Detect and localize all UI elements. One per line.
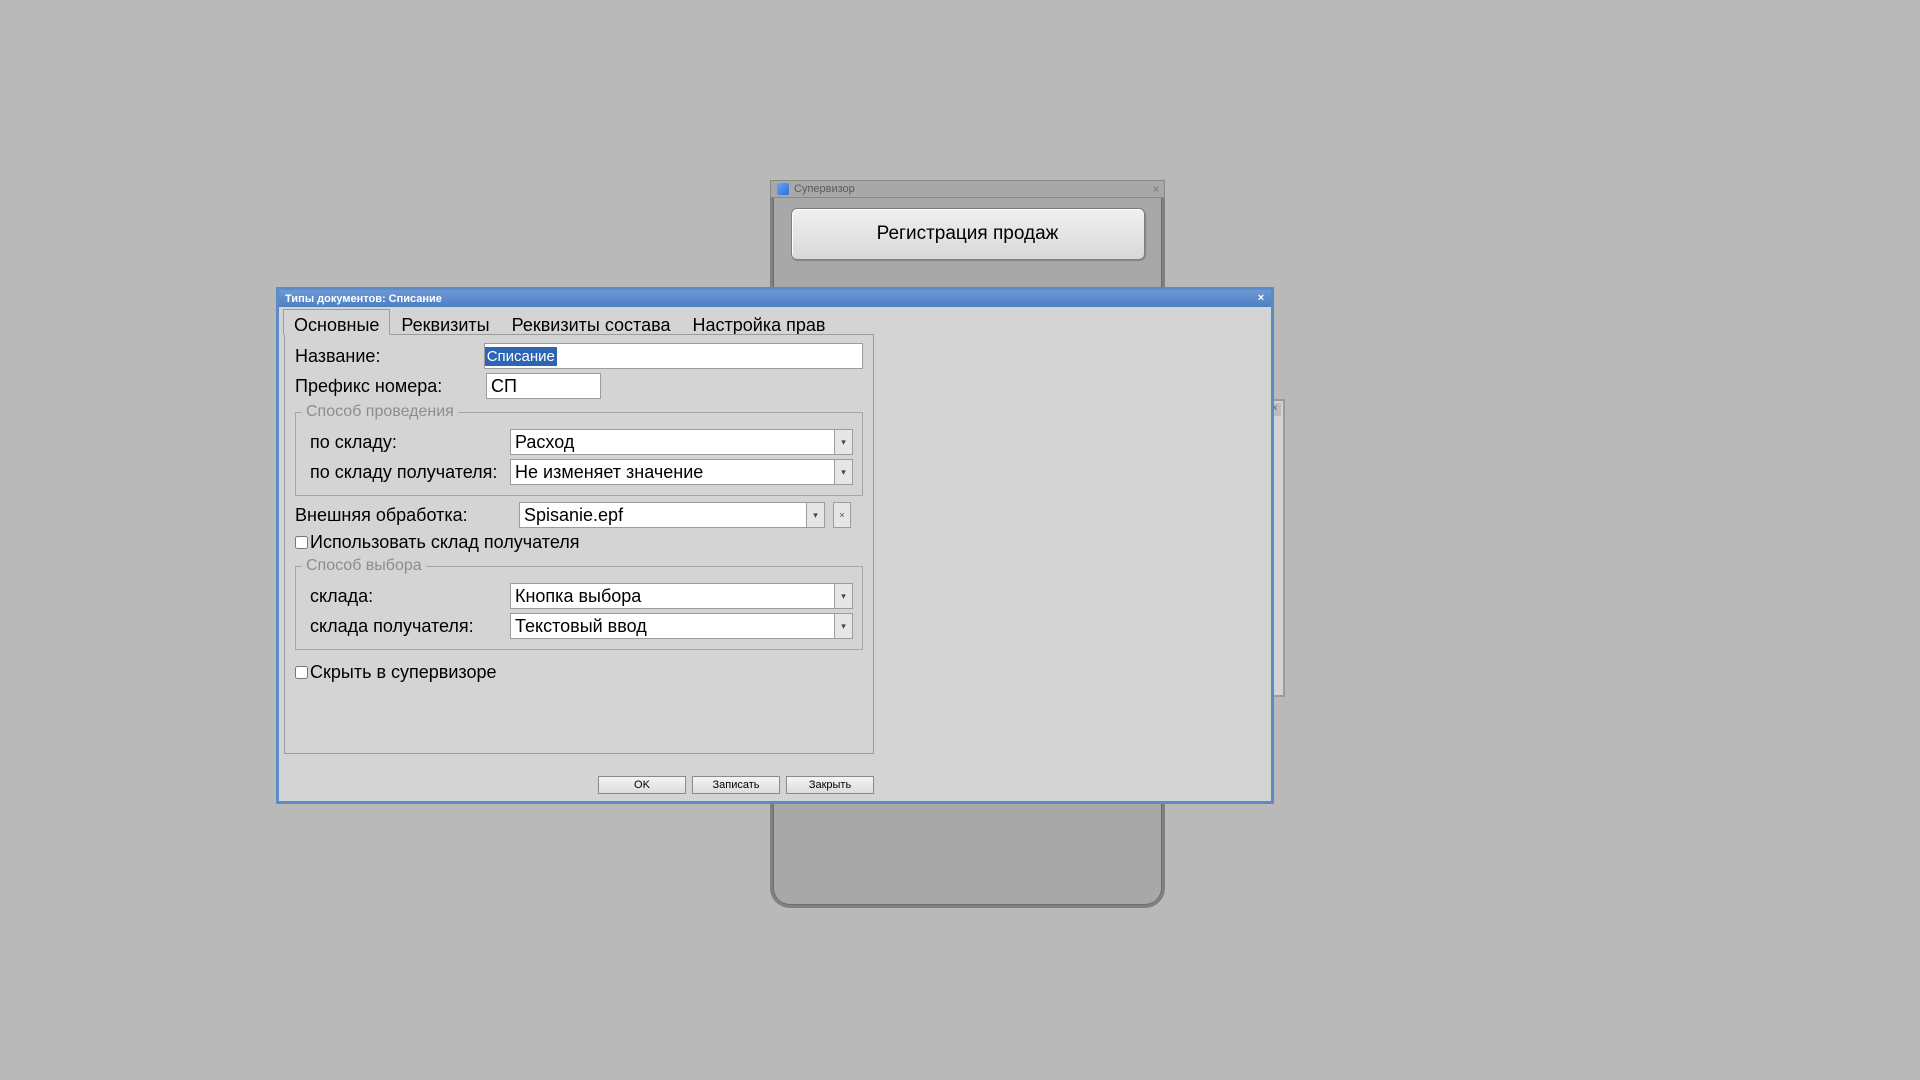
name-label: Название: [295,346,478,367]
tab-requisites[interactable]: Реквизиты [390,309,500,335]
by-warehouse-recipient-label: по складу получателя: [302,462,504,483]
prefix-label: Префикс номера: [295,376,480,397]
external-processing-combo[interactable]: Spisanie.epf ▾ [519,502,825,528]
write-button[interactable]: Записать [692,776,780,794]
store-label: склада: [302,586,504,607]
store-recipient-combo[interactable]: Текстовый ввод ▾ [510,613,853,639]
tab-body: Название: Списание Префикс номера: Спосо… [284,334,874,754]
selection-mode-legend: Способ выбора [302,557,426,575]
use-recipient-store-checkbox[interactable] [295,536,308,549]
dialog-footer: OK Записать Закрыть [284,776,874,794]
close-button[interactable]: Закрыть [786,776,874,794]
close-icon[interactable]: × [1254,292,1268,306]
store-recipient-value: Текстовый ввод [511,615,834,638]
by-warehouse-combo[interactable]: Расход ▾ [510,429,853,455]
name-input[interactable]: Списание [484,343,863,369]
tab-main[interactable]: Основные [283,309,390,335]
name-value: Списание [485,347,557,366]
chevron-down-icon[interactable]: ▾ [834,584,852,608]
ok-button[interactable]: OK [598,776,686,794]
processing-mode-group: Способ проведения по складу: Расход ▾ по… [295,403,863,496]
supervisor-icon [777,183,789,195]
hide-in-supervisor-label: Скрыть в супервизоре [310,662,496,683]
store-recipient-label: склада получателя: [302,616,504,637]
by-warehouse-label: по складу: [302,432,504,453]
store-value: Кнопка выбора [511,585,834,608]
by-warehouse-recipient-combo[interactable]: Не изменяет значение ▾ [510,459,853,485]
selection-mode-group: Способ выбора склада: Кнопка выбора ▾ ск… [295,557,863,650]
clear-button[interactable]: × [833,502,851,528]
chevron-down-icon[interactable]: ▾ [806,503,824,527]
tabs: Основные Реквизиты Реквизиты состава Нас… [283,309,1271,335]
tab-rights[interactable]: Настройка прав [681,309,836,335]
chevron-down-icon[interactable]: ▾ [834,460,852,484]
external-processing-label: Внешняя обработка: [295,505,513,526]
chevron-down-icon[interactable]: ▾ [834,430,852,454]
tab-composition-requisites[interactable]: Реквизиты состава [501,309,682,335]
external-processing-value: Spisanie.epf [520,504,806,527]
prefix-input[interactable] [486,373,601,399]
document-types-dialog: Типы документов: Списание × Основные Рек… [276,287,1274,804]
close-icon[interactable]: × [1148,182,1164,196]
dialog-titlebar[interactable]: Типы документов: Списание × [279,290,1271,307]
supervisor-titlebar: Супервизор × [770,180,1165,198]
dialog-title: Типы документов: Списание [285,293,442,305]
use-recipient-store-label: Использовать склад получателя [310,532,580,553]
by-warehouse-value: Расход [511,431,834,454]
supervisor-title: Супервизор [794,183,855,195]
register-sales-button[interactable]: Регистрация продаж [791,208,1145,260]
by-warehouse-recipient-value: Не изменяет значение [511,461,834,484]
processing-mode-legend: Способ проведения [302,403,458,421]
hide-in-supervisor-checkbox[interactable] [295,666,308,679]
store-combo[interactable]: Кнопка выбора ▾ [510,583,853,609]
chevron-down-icon[interactable]: ▾ [834,614,852,638]
